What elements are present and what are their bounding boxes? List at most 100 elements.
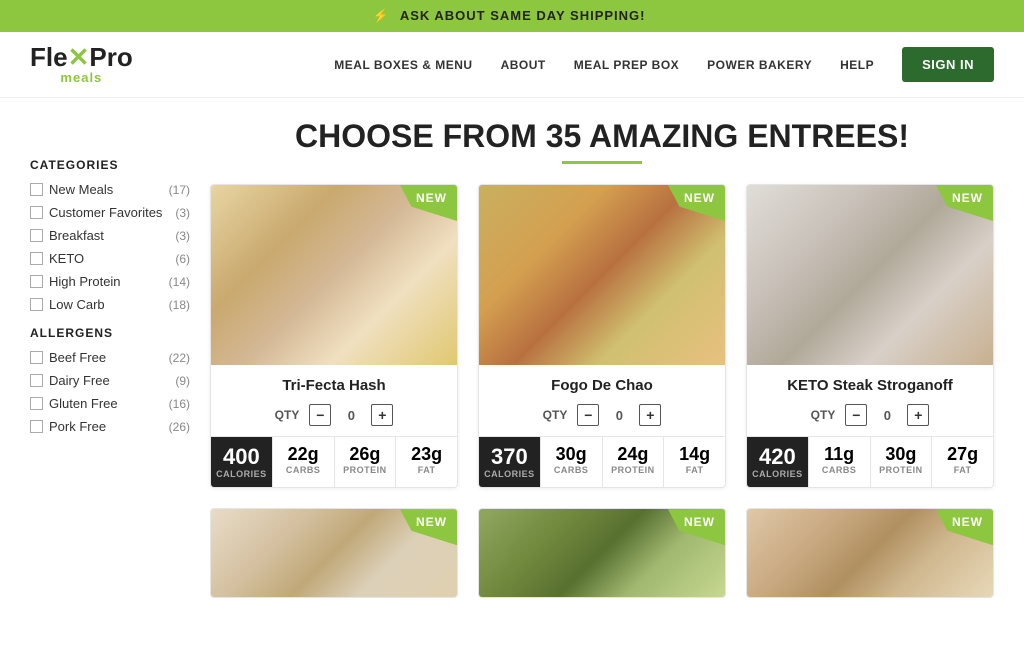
- qty-plus-keto-steak[interactable]: +: [907, 404, 929, 426]
- category-new-meals-label: New Meals: [49, 182, 113, 197]
- qty-value-tri-fecta: 0: [341, 408, 361, 423]
- fat-label-fogo: FAT: [668, 465, 721, 475]
- protein-label-fogo: PROTEIN: [607, 465, 660, 475]
- checkbox-high-protein[interactable]: [30, 275, 43, 288]
- page-title: CHOOSE FROM 35 AMAZING ENTREES!: [210, 118, 994, 155]
- meal-photo-fogo: [479, 185, 725, 365]
- protein-keto-steak: 30g PROTEIN: [871, 437, 933, 487]
- checkbox-new-meals[interactable]: [30, 183, 43, 196]
- category-keto[interactable]: KETO (6): [30, 251, 190, 266]
- fat-value-tri-fecta: 23g: [400, 445, 453, 465]
- banner-text: ASK ABOUT SAME DAY SHIPPING!: [400, 8, 646, 23]
- categories-title: CATEGORIES: [30, 158, 190, 172]
- checkbox-gluten-free[interactable]: [30, 397, 43, 410]
- carbs-label-keto-steak: CARBS: [813, 465, 866, 475]
- qty-row-keto-steak: QTY − 0 +: [759, 404, 981, 426]
- category-high-protein[interactable]: High Protein (14): [30, 274, 190, 289]
- meal-image-tri-fecta: NEW: [211, 185, 457, 365]
- calories-value-fogo: 370: [483, 445, 536, 469]
- checkbox-keto[interactable]: [30, 252, 43, 265]
- main-nav: MEAL BOXES & MENU ABOUT MEAL PREP BOX PO…: [334, 47, 994, 82]
- nav-power-bakery[interactable]: POWER BAKERY: [707, 58, 812, 72]
- calories-label-tri-fecta: CALORIES: [215, 469, 268, 479]
- header: Fle✕Pro meals MEAL BOXES & MENU ABOUT ME…: [0, 32, 1024, 98]
- meal-card-tri-fecta: NEW Tri-Fecta Hash QTY − 0 + 400 CALORIE…: [210, 184, 458, 488]
- allergen-beef-free-label: Beef Free: [49, 350, 106, 365]
- allergen-dairy-free[interactable]: Dairy Free (9): [30, 373, 190, 388]
- allergen-gluten-free[interactable]: Gluten Free (16): [30, 396, 190, 411]
- qty-plus-tri-fecta[interactable]: +: [371, 404, 393, 426]
- carbs-fogo: 30g CARBS: [541, 437, 603, 487]
- meal-card-keto-steak: NEW KETO Steak Stroganoff QTY − 0 + 420 …: [746, 184, 994, 488]
- category-low-carb-count: (18): [169, 298, 190, 312]
- nav-meal-boxes[interactable]: MEAL BOXES & MENU: [334, 58, 472, 72]
- allergen-gluten-free-label: Gluten Free: [49, 396, 118, 411]
- qty-minus-tri-fecta[interactable]: −: [309, 404, 331, 426]
- checkbox-customer-favorites[interactable]: [30, 206, 43, 219]
- allergen-dairy-free-label: Dairy Free: [49, 373, 110, 388]
- checkbox-pork-free[interactable]: [30, 420, 43, 433]
- calories-value-tri-fecta: 400: [215, 445, 268, 469]
- allergens-title: ALLERGENS: [30, 326, 190, 340]
- banner-icon: ⚡: [373, 8, 390, 23]
- meal-body-fogo: Fogo De Chao QTY − 0 +: [479, 365, 725, 426]
- qty-row-fogo: QTY − 0 +: [491, 404, 713, 426]
- nav-help[interactable]: HELP: [840, 58, 874, 72]
- protein-fogo: 24g PROTEIN: [603, 437, 665, 487]
- meal-grid: NEW Tri-Fecta Hash QTY − 0 + 400 CALORIE…: [210, 184, 994, 488]
- checkbox-breakfast[interactable]: [30, 229, 43, 242]
- qty-minus-fogo[interactable]: −: [577, 404, 599, 426]
- top-banner: ⚡ ASK ABOUT SAME DAY SHIPPING!: [0, 0, 1024, 32]
- meal-name-fogo: Fogo De Chao: [491, 377, 713, 394]
- category-customer-favorites[interactable]: Customer Favorites (3): [30, 205, 190, 220]
- checkbox-dairy-free[interactable]: [30, 374, 43, 387]
- qty-plus-fogo[interactable]: +: [639, 404, 661, 426]
- qty-label-fogo: QTY: [543, 408, 568, 422]
- checkbox-low-carb[interactable]: [30, 298, 43, 311]
- qty-label-keto-steak: QTY: [811, 408, 836, 422]
- meal-card-fogo: NEW Fogo De Chao QTY − 0 + 370 CALORIES: [478, 184, 726, 488]
- fat-value-keto-steak: 27g: [936, 445, 989, 465]
- fat-label-tri-fecta: FAT: [400, 465, 453, 475]
- meal-image-keto-steak: NEW: [747, 185, 993, 365]
- carbs-keto-steak: 11g CARBS: [809, 437, 871, 487]
- qty-minus-keto-steak[interactable]: −: [845, 404, 867, 426]
- allergen-beef-free[interactable]: Beef Free (22): [30, 350, 190, 365]
- category-new-meals[interactable]: New Meals (17): [30, 182, 190, 197]
- partial-card-2: NEW: [478, 508, 726, 598]
- protein-value-tri-fecta: 26g: [339, 445, 392, 465]
- logo[interactable]: Fle✕Pro meals: [30, 44, 133, 85]
- checkbox-beef-free[interactable]: [30, 351, 43, 364]
- qty-label-tri-fecta: QTY: [275, 408, 300, 422]
- category-new-meals-count: (17): [169, 183, 190, 197]
- category-breakfast-count: (3): [175, 229, 190, 243]
- category-high-protein-count: (14): [169, 275, 190, 289]
- carbs-tri-fecta: 22g CARBS: [273, 437, 335, 487]
- nutrition-tri-fecta: 400 CALORIES 22g CARBS 26g PROTEIN 23g F…: [211, 436, 457, 487]
- meal-body-keto-steak: KETO Steak Stroganoff QTY − 0 +: [747, 365, 993, 426]
- logo-tagline: meals: [30, 70, 133, 85]
- carbs-value-fogo: 30g: [545, 445, 598, 465]
- meal-photo-tri-fecta: [211, 185, 457, 365]
- nav-about[interactable]: ABOUT: [501, 58, 546, 72]
- protein-label-keto-steak: PROTEIN: [875, 465, 928, 475]
- title-underline: [562, 161, 642, 164]
- nav-meal-prep[interactable]: MEAL PREP BOX: [574, 58, 679, 72]
- category-breakfast-label: Breakfast: [49, 228, 104, 243]
- qty-row-tri-fecta: QTY − 0 +: [223, 404, 445, 426]
- protein-tri-fecta: 26g PROTEIN: [335, 437, 397, 487]
- allergen-pork-free[interactable]: Pork Free (26): [30, 419, 190, 434]
- category-breakfast[interactable]: Breakfast (3): [30, 228, 190, 243]
- nutrition-keto-steak: 420 CALORIES 11g CARBS 30g PROTEIN 27g F…: [747, 436, 993, 487]
- fat-value-fogo: 14g: [668, 445, 721, 465]
- main-layout: CATEGORIES New Meals (17) Customer Favor…: [0, 98, 1024, 618]
- partial-card-1: NEW: [210, 508, 458, 598]
- signin-button[interactable]: SIGN IN: [902, 47, 994, 82]
- fat-label-keto-steak: FAT: [936, 465, 989, 475]
- category-low-carb[interactable]: Low Carb (18): [30, 297, 190, 312]
- protein-value-keto-steak: 30g: [875, 445, 928, 465]
- allergen-pork-free-label: Pork Free: [49, 419, 106, 434]
- calories-keto-steak: 420 CALORIES: [747, 437, 809, 487]
- category-customer-favorites-count: (3): [175, 206, 190, 220]
- allergen-dairy-free-count: (9): [175, 374, 190, 388]
